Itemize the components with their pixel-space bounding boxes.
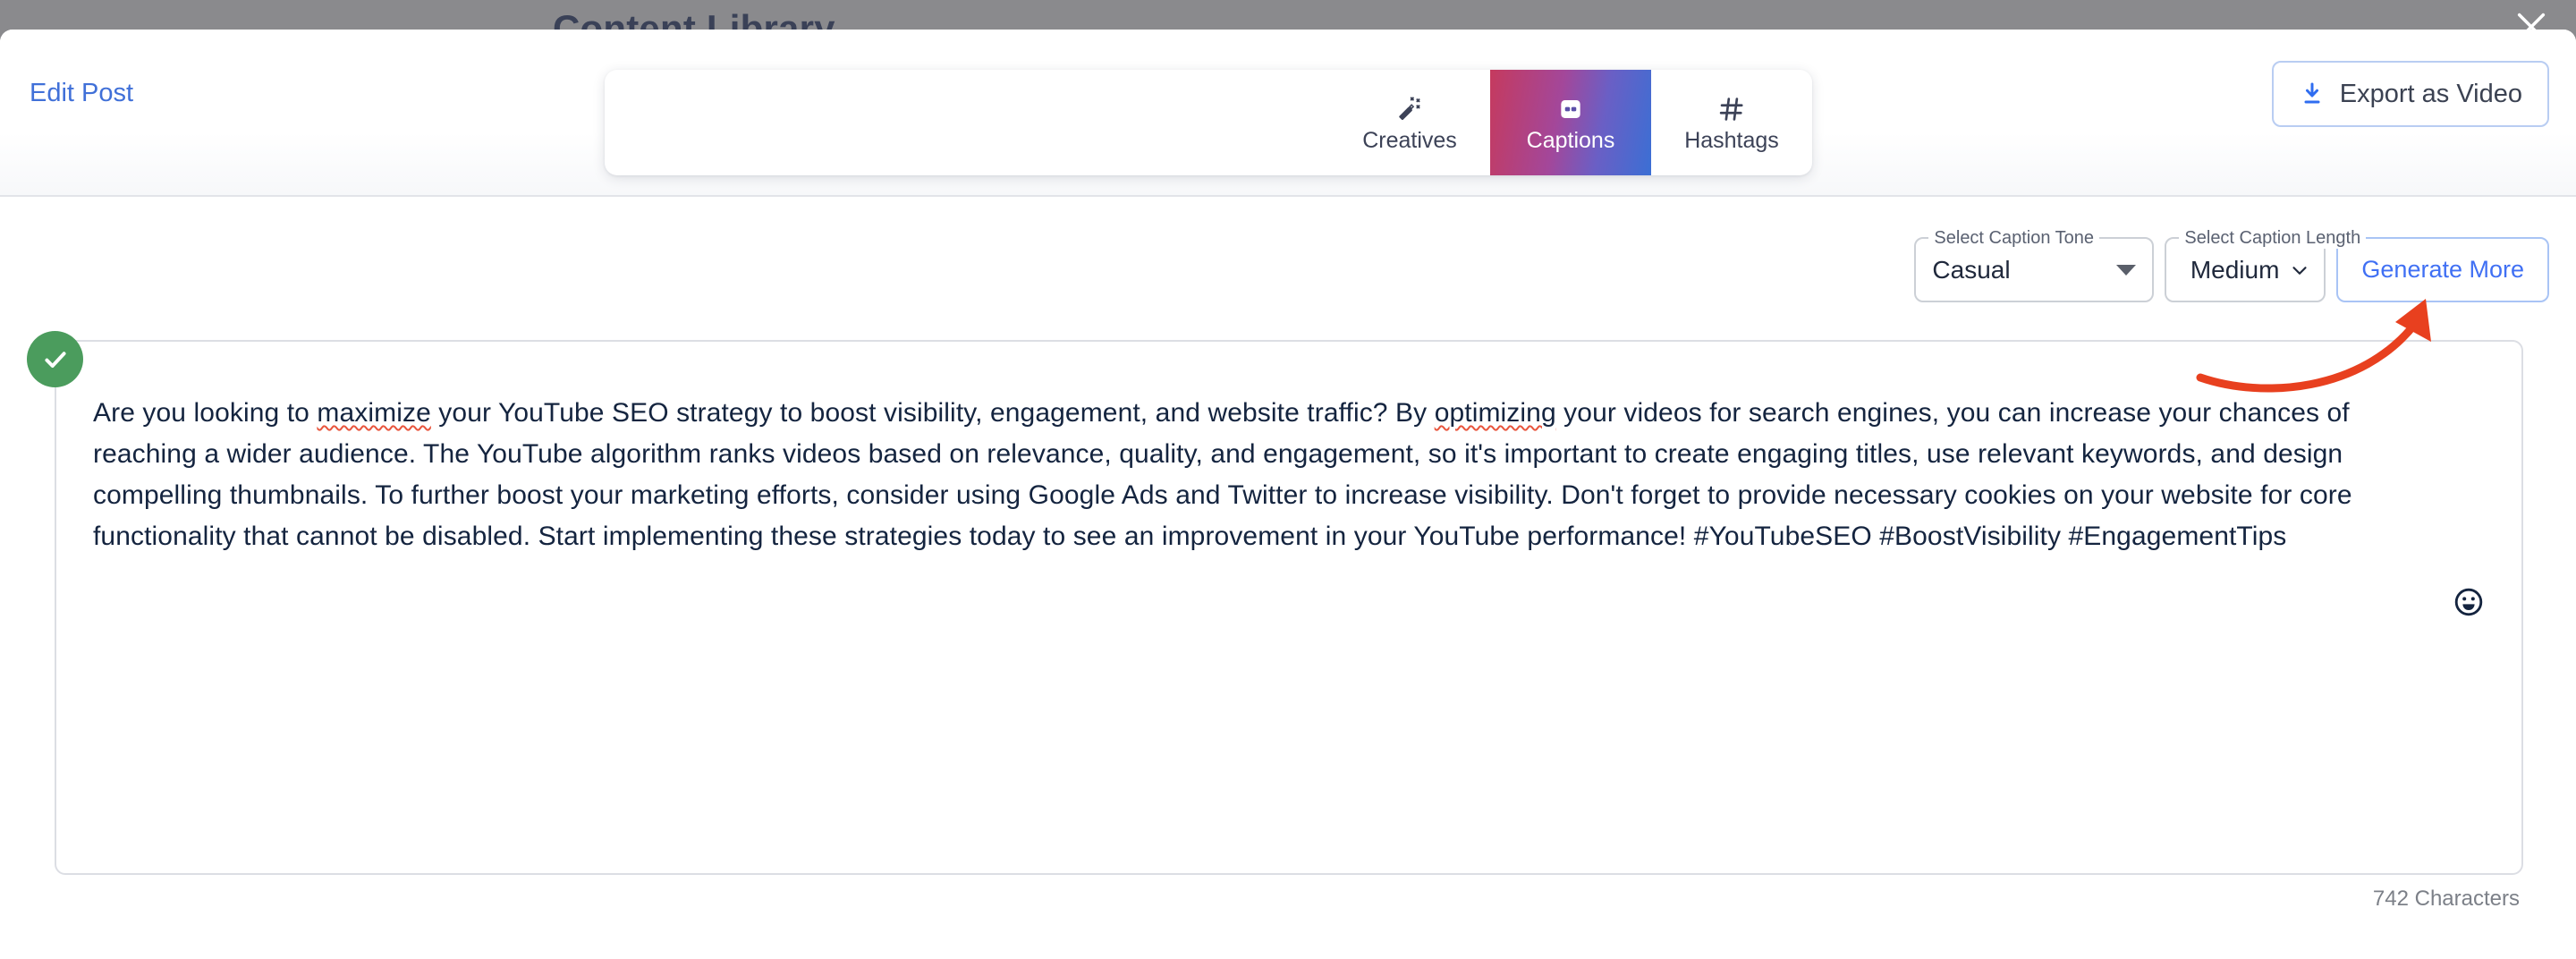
caption-controls: Select Caption Tone Casual Select Captio… [1914,237,2549,302]
caption-length-value: Medium [2190,256,2280,284]
generate-more-button[interactable]: Generate More [2336,237,2549,302]
tab-captions[interactable]: Captions [1490,70,1651,175]
caption-misspelled-word-2: optimizing [1435,398,1556,428]
caption-tone-label: Select Caption Tone [1928,228,2099,249]
tab-hashtags-label: Hashtags [1684,130,1779,152]
tab-creatives[interactable]: Creatives [1329,70,1490,175]
edit-post-link[interactable]: Edit Post [30,79,133,108]
caption-approved-badge [27,331,83,387]
magic-wand-icon [1395,94,1424,124]
caption-length-label: Select Caption Length [2179,228,2366,249]
tab-switcher: Creatives Captions [605,70,1812,175]
caption-text-segment-2: your YouTube SEO strategy to boost visib… [431,398,1435,428]
caption-editor-card[interactable]: Are you looking to maximize your YouTube… [55,340,2523,875]
chevron-down-icon [2288,259,2311,282]
caption-misspelled-word-1: maximize [317,398,430,428]
download-icon [2299,81,2326,107]
hashtag-icon [1717,94,1746,124]
modal-header: Edit Post [0,30,2576,197]
export-as-video-button[interactable]: Export as Video [2272,61,2549,127]
caption-length-select[interactable]: Select Caption Length Medium [2165,237,2326,302]
edit-post-modal: Edit Post [0,30,2576,959]
tab-creatives-label: Creatives [1362,130,1457,152]
closed-caption-icon [1556,94,1585,124]
character-count: 742 Characters [2373,887,2520,912]
emoji-smiley-icon[interactable] [2453,586,2485,618]
tab-captions-label: Captions [1527,130,1615,152]
caption-text[interactable]: Are you looking to maximize your YouTube… [93,393,2454,557]
caption-tone-value: Casual [1932,256,2116,284]
caption-text-segment-1: Are you looking to [93,398,317,428]
tab-hashtags[interactable]: Hashtags [1651,70,1812,175]
chevron-down-icon [2116,265,2136,276]
check-circle-icon [39,344,72,376]
caption-tone-select[interactable]: Select Caption Tone Casual [1914,237,2154,302]
export-as-video-label: Export as Video [2340,80,2522,109]
